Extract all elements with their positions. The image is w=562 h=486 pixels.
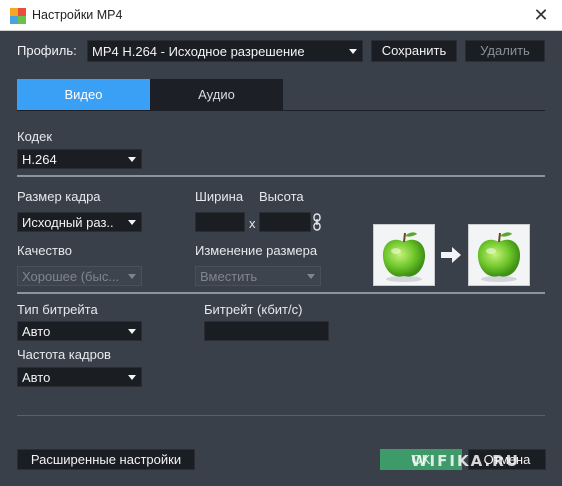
profile-select[interactable]: MP4 H.264 - Исходное разрешение (87, 40, 363, 62)
tab-audio[interactable]: Аудио (150, 79, 283, 110)
delete-button[interactable]: Удалить (465, 40, 545, 62)
window-title: Настройки MP4 (32, 8, 123, 22)
framerate-label: Частота кадров (17, 347, 111, 362)
profile-row: Профиль: MP4 H.264 - Исходное разрешение… (17, 40, 545, 62)
bitrate-type-select[interactable]: Авто (17, 321, 142, 341)
title-bar: Настройки MP4 ✕ (0, 0, 562, 31)
apple-icon (477, 232, 521, 282)
profile-label: Профиль: (17, 43, 77, 58)
codec-value: H.264 (22, 152, 57, 167)
frame-size-value: Исходный раз.. (22, 215, 114, 230)
width-label: Ширина (195, 189, 244, 204)
link-icon[interactable] (313, 213, 321, 231)
framerate-value: Авто (22, 370, 51, 385)
bitrate-type-label: Тип битрейта (17, 302, 98, 317)
chevron-down-icon (128, 329, 136, 334)
bitrate-label: Битрейт (кбит/с) (204, 302, 303, 317)
bitrate-type-value: Авто (22, 324, 51, 339)
codec-label: Кодек (17, 129, 53, 144)
frame-size-select[interactable]: Исходный раз.. (17, 212, 142, 232)
chevron-down-icon (128, 274, 136, 279)
chevron-down-icon (349, 49, 357, 54)
source-preview (373, 224, 435, 286)
chevron-down-icon (128, 375, 136, 380)
advanced-settings-button[interactable]: Расширенные настройки (17, 449, 195, 470)
chevron-down-icon (307, 274, 315, 279)
tab-video[interactable]: Видео (17, 79, 150, 110)
divider (17, 175, 545, 177)
width-input[interactable] (195, 212, 245, 232)
codec-select[interactable]: H.264 (17, 149, 142, 169)
watermark: WIFIKA.RU (411, 452, 520, 470)
footer-divider (17, 415, 545, 416)
frame-size-label: Размер кадра (17, 189, 101, 204)
divider (17, 292, 545, 294)
framerate-select[interactable]: Авто (17, 367, 142, 387)
save-button[interactable]: Сохранить (371, 40, 457, 62)
chevron-down-icon (128, 157, 136, 162)
apple-icon (382, 232, 426, 282)
profile-value: MP4 H.264 - Исходное разрешение (92, 44, 305, 59)
resize-value: Вместить (200, 269, 258, 284)
resize-label: Изменение размера (195, 243, 318, 258)
dimension-separator: x (249, 216, 256, 231)
height-input[interactable] (259, 212, 311, 232)
quality-select[interactable]: Хорошее (быс... (17, 266, 142, 286)
app-icon (10, 8, 26, 24)
height-label: Высота (259, 189, 304, 204)
bitrate-input[interactable] (204, 321, 329, 341)
output-preview (468, 224, 530, 286)
close-icon[interactable]: ✕ (528, 3, 554, 27)
chevron-down-icon (128, 220, 136, 225)
tab-underline (17, 110, 545, 111)
arrow-right-icon (441, 247, 461, 263)
resize-select[interactable]: Вместить (195, 266, 321, 286)
quality-label: Качество (17, 243, 72, 258)
quality-value: Хорошее (быс... (22, 269, 120, 284)
